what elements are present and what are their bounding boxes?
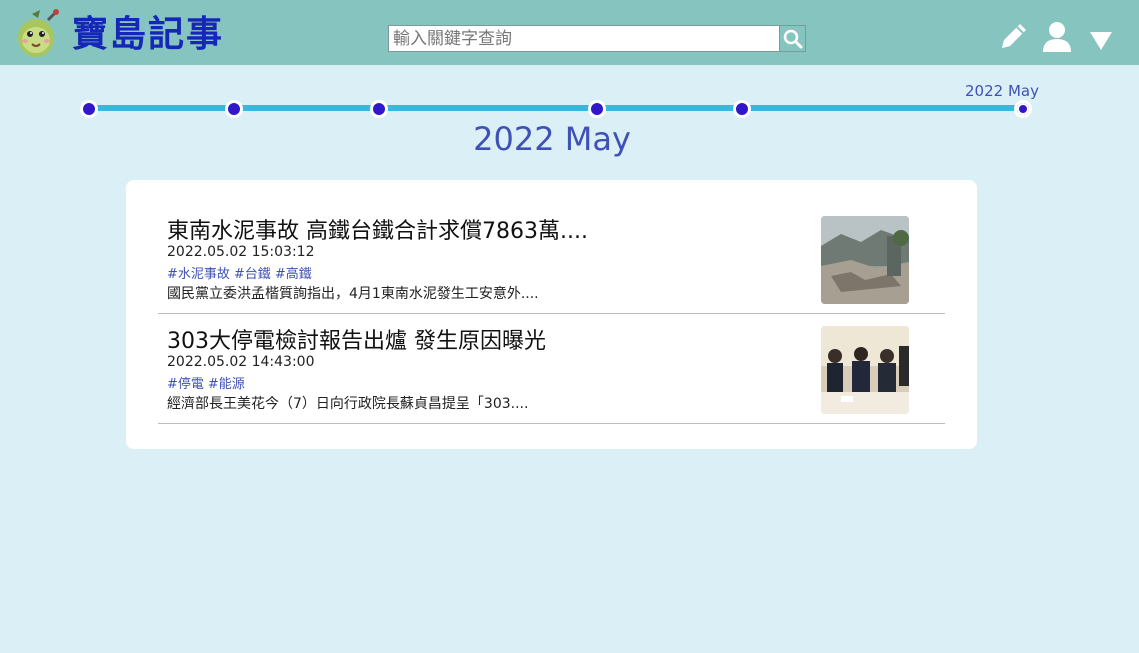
article-date: 2022.05.02 15:03:12 [167, 244, 315, 260]
timeline-dot[interactable] [370, 100, 388, 118]
timeline-dot-current[interactable] [1014, 100, 1032, 118]
timeline-current-label: 2022 May [965, 82, 1039, 100]
article-thumbnail[interactable] [821, 216, 909, 304]
article-thumbnail[interactable] [821, 326, 909, 414]
article-title[interactable]: 303大停電檢討報告出爐 發生原因曝光 [167, 323, 546, 355]
article-summary: 國民黨立委洪孟楷質詢指出，4月1東南水泥發生工安意外.... [167, 286, 539, 302]
article-item[interactable]: 303大停電檢討報告出爐 發生原因曝光 2022.05.02 14:43:00 … [158, 314, 945, 424]
timeline-dot[interactable] [80, 100, 98, 118]
user-icon[interactable] [1041, 20, 1073, 52]
article-tags: #水泥事故 #台鐵 #高鐵 [167, 263, 316, 282]
tag-link[interactable]: #能源 [208, 377, 245, 392]
timeline-dot[interactable] [588, 100, 606, 118]
top-bar: 寶島記事 [0, 0, 1139, 65]
article-list-card: 東南水泥事故 高鐵台鐵合計求償7863萬.... 2022.05.02 15:0… [126, 180, 977, 449]
timeline-dot[interactable] [225, 100, 243, 118]
timeline-dot[interactable] [733, 100, 751, 118]
article-date: 2022.05.02 14:43:00 [167, 354, 315, 370]
search-input[interactable] [388, 25, 780, 52]
month-heading: 2022 May [473, 120, 631, 158]
logo-mascot-icon[interactable] [10, 8, 62, 60]
tag-link[interactable]: #水泥事故 [167, 267, 230, 282]
tag-link[interactable]: #高鐵 [275, 267, 312, 282]
article-title[interactable]: 東南水泥事故 高鐵台鐵合計求償7863萬.... [167, 213, 588, 245]
dropdown-caret-icon[interactable] [1089, 30, 1113, 52]
tag-link[interactable]: #台鐵 [234, 267, 271, 282]
search-button[interactable] [779, 25, 806, 52]
article-item[interactable]: 東南水泥事故 高鐵台鐵合計求償7863萬.... 2022.05.02 15:0… [158, 204, 945, 314]
search-bar [388, 25, 806, 52]
edit-pencil-icon[interactable] [998, 20, 1030, 52]
article-tags: #停電 #能源 [167, 373, 249, 392]
site-title[interactable]: 寶島記事 [72, 10, 224, 58]
article-summary: 經濟部長王美花今（7）日向行政院長蘇貞昌提呈「303.... [167, 396, 529, 412]
tag-link[interactable]: #停電 [167, 377, 204, 392]
search-icon [783, 29, 802, 48]
